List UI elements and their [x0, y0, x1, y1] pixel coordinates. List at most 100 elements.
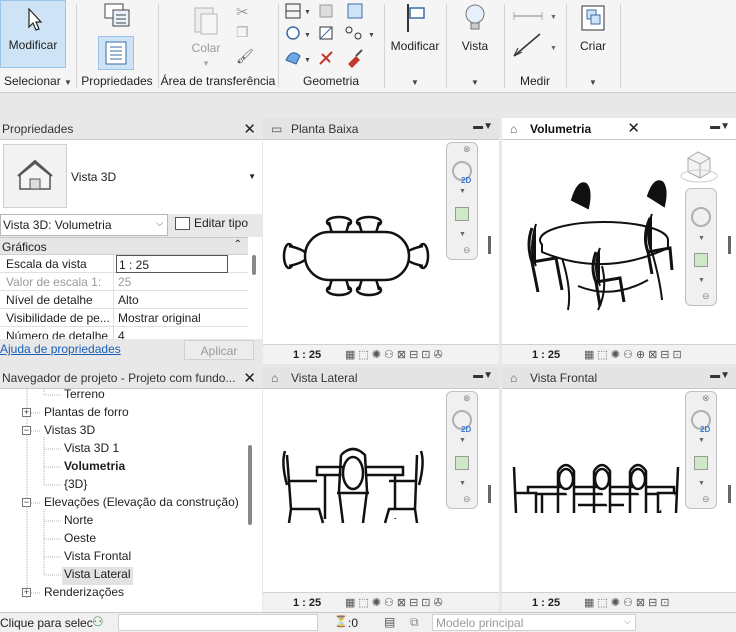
view-button[interactable]: Vista	[448, 2, 502, 53]
view-planta-baixa[interactable]: ▭ Planta Baixa ▬▼ ⊗ 2D ▼ ▼ ⊖ 1: 25 ▦⬚✺⚇…	[263, 118, 499, 364]
measure-panel-label[interactable]: Medir	[506, 74, 564, 88]
vertical-scrollbar[interactable]	[728, 485, 731, 503]
instance-view-selector[interactable]: Vista 3D: Volumetria ⌵	[0, 214, 168, 236]
view-canvas[interactable]: ⊗ 2D ▼ ▼ ⊖	[263, 140, 499, 344]
view-control-icons[interactable]: ▦⬚✺⚇⊠⊟⊡✇	[345, 596, 446, 609]
close-icon[interactable]: ✕	[243, 120, 256, 138]
property-row[interactable]: Nível de detalhe Alto	[0, 291, 248, 309]
worksharing-icon[interactable]: ⚇	[92, 614, 104, 630]
chevron-down-icon[interactable]: ▼	[698, 437, 705, 444]
match-type-icon[interactable]: 🖌	[236, 48, 254, 65]
tree-item-renderizacoes[interactable]: Renderizações	[44, 585, 124, 603]
filter-count[interactable]: :0	[348, 616, 358, 630]
navigation-bar[interactable]: ⊗ 2D ▼ ▼ ⊖	[446, 391, 478, 509]
view-panel-dropdown[interactable]: ▼	[448, 74, 502, 88]
view-menu-icon[interactable]: ▬▼	[473, 121, 493, 132]
chevron-down-icon[interactable]: ▼	[698, 277, 705, 284]
view-scale-field[interactable]: 1 : 25	[116, 255, 228, 273]
paste-button[interactable]: Colar ▼	[184, 4, 228, 69]
editable-only-icon[interactable]: ▤	[384, 615, 395, 629]
navigation-bar[interactable]: ▼ ▼ ⊖	[685, 188, 717, 306]
chevron-down-icon[interactable]: ▼	[459, 437, 466, 444]
view-scale[interactable]: 1 : 25	[532, 349, 560, 361]
view-control-icons[interactable]: ▦⬚✺⚇⊕⊠⊟⊡	[584, 348, 685, 361]
tree-item-3d-default[interactable]: {3D}	[64, 477, 87, 495]
close-icon[interactable]: ✕	[243, 369, 256, 387]
type-dropdown-icon[interactable]: ▼	[248, 172, 256, 181]
navigation-bar[interactable]: ⊗ 2D ▼ ▼ ⊖	[685, 391, 717, 509]
tree-item-norte[interactable]: Norte	[64, 513, 93, 531]
view-tab-volumetria[interactable]: ⌂ Volumetria ✕ ▬▼	[502, 118, 736, 140]
view-menu-icon[interactable]: ▬▼	[710, 121, 730, 132]
close-icon[interactable]: ✕	[627, 119, 640, 137]
minus-icon[interactable]: ⊖	[702, 291, 710, 302]
clipboard-panel-label[interactable]: Área de transferência	[160, 74, 276, 88]
collapse-icon[interactable]: −	[22, 498, 31, 507]
vertical-scrollbar[interactable]	[728, 236, 731, 254]
properties-button[interactable]	[98, 36, 134, 70]
tree-item-plantas-de-forro[interactable]: Plantas de forro	[44, 405, 129, 423]
expand-icon[interactable]: +	[22, 408, 31, 417]
view-tab-vista-frontal[interactable]: ⌂ Vista Frontal ▬▼	[502, 367, 736, 389]
type-selector[interactable]: Vista 3D ▼	[0, 140, 262, 214]
minus-icon[interactable]: ⊖	[463, 245, 471, 256]
zoom-icon[interactable]	[694, 456, 708, 470]
view-vista-frontal[interactable]: ⌂ Vista Frontal ▬▼ ⊗ 2D ▼ ▼ ⊖ 1: 25 ▦⬚✺…	[502, 367, 736, 612]
view-volumetria[interactable]: ⌂ Volumetria ✕ ▬▼ ▼ ▼ ⊖ 1: 25 ▦⬚✺⚇⊕⊠⊟⊡	[502, 118, 736, 364]
zoom-icon[interactable]	[694, 253, 708, 267]
tree-item-volumetria[interactable]: Volumetria	[64, 459, 125, 477]
view-tab-planta-baixa[interactable]: ▭ Planta Baixa ▬▼	[263, 118, 499, 140]
property-value[interactable]: Mostrar original	[116, 309, 228, 327]
property-value[interactable]: 4	[116, 327, 228, 339]
property-value[interactable]: Alto	[116, 291, 228, 309]
tree-item-oeste[interactable]: Oeste	[64, 531, 96, 549]
create-panel-dropdown[interactable]: ▼	[568, 74, 618, 88]
close-icon[interactable]: ⊗	[463, 144, 471, 155]
tree-item-vista-lateral[interactable]: Vista Lateral	[62, 567, 133, 585]
filter-icon[interactable]: ⏳	[334, 615, 348, 628]
zoom-icon[interactable]	[455, 456, 469, 470]
chevron-down-icon[interactable]: ▼	[459, 231, 466, 238]
view-canvas[interactable]: ▼ ▼ ⊖	[502, 140, 736, 344]
expand-icon[interactable]: +	[22, 588, 31, 597]
properties-help-link[interactable]: Ajuda de propriedades	[0, 342, 121, 356]
view-canvas[interactable]: ⊗ 2D ▼ ▼ ⊖	[263, 389, 499, 592]
close-icon[interactable]: ⊗	[702, 393, 710, 404]
view-scale[interactable]: 1 : 25	[293, 349, 321, 361]
geometry-tools-icons[interactable]: ▼ ▼ ▼ ▼	[282, 2, 382, 72]
view-control-icons[interactable]: ▦⬚✺⚇⊠⊟⊡	[584, 596, 673, 609]
chevron-down-icon[interactable]: ▼	[698, 235, 705, 242]
collapse-icon[interactable]: −	[22, 426, 31, 435]
chevron-down-icon[interactable]: ▼	[459, 188, 466, 195]
measure-icons[interactable]: ▼ ▼	[506, 2, 564, 62]
modify-tools-button[interactable]: Modificar	[386, 2, 444, 53]
create-button[interactable]: Criar	[568, 2, 618, 53]
project-browser-scrollbar[interactable]	[248, 445, 252, 525]
geometry-panel-label[interactable]: Geometria	[280, 74, 382, 88]
view-scale[interactable]: 1 : 25	[293, 597, 321, 609]
design-option-select[interactable]: Modelo principal ⌵	[432, 614, 636, 631]
minus-icon[interactable]: ⊖	[702, 494, 710, 505]
tree-item-vista-frontal[interactable]: Vista Frontal	[64, 549, 131, 567]
scrollbar-thumb[interactable]	[252, 255, 256, 275]
modify-button[interactable]: Modificar	[0, 0, 66, 68]
minus-icon[interactable]: ⊖	[463, 494, 471, 505]
properties-scrollbar[interactable]	[248, 237, 262, 339]
vertical-scrollbar[interactable]	[488, 485, 491, 503]
apply-button[interactable]: Aplicar	[184, 340, 254, 360]
view-control-icons[interactable]: ▦⬚✺⚇⊠⊟⊡✇	[345, 348, 446, 361]
view-vista-lateral[interactable]: ⌂ Vista Lateral ▬▼ ⊗ 2D ▼ ▼ ⊖ 1: 25 ▦⬚✺…	[263, 367, 499, 612]
category-graphics[interactable]: Gráficos ⌃	[0, 238, 248, 255]
vertical-scrollbar[interactable]	[488, 236, 491, 254]
view-canvas[interactable]: ⊗ 2D ▼ ▼ ⊖	[502, 389, 736, 592]
edit-type-button[interactable]: Editar tipo	[172, 214, 258, 234]
tree-item-vista-3d-1[interactable]: Vista 3D 1	[64, 441, 119, 459]
view-tab-vista-lateral[interactable]: ⌂ Vista Lateral ▬▼	[263, 367, 499, 389]
property-row[interactable]: Escala da vista 1 : 25	[0, 255, 248, 273]
cut-icon[interactable]: ✂	[236, 3, 249, 21]
navigation-bar[interactable]: ⊗ 2D ▼ ▼ ⊖	[446, 142, 478, 260]
select-panel-label[interactable]: Selecionar ▼	[4, 74, 76, 88]
tree-item-terreno[interactable]: Terreno	[64, 389, 105, 405]
property-row[interactable]: Visibilidade de pe... Mostrar original	[0, 309, 248, 327]
chevron-down-icon[interactable]: ▼	[459, 480, 466, 487]
